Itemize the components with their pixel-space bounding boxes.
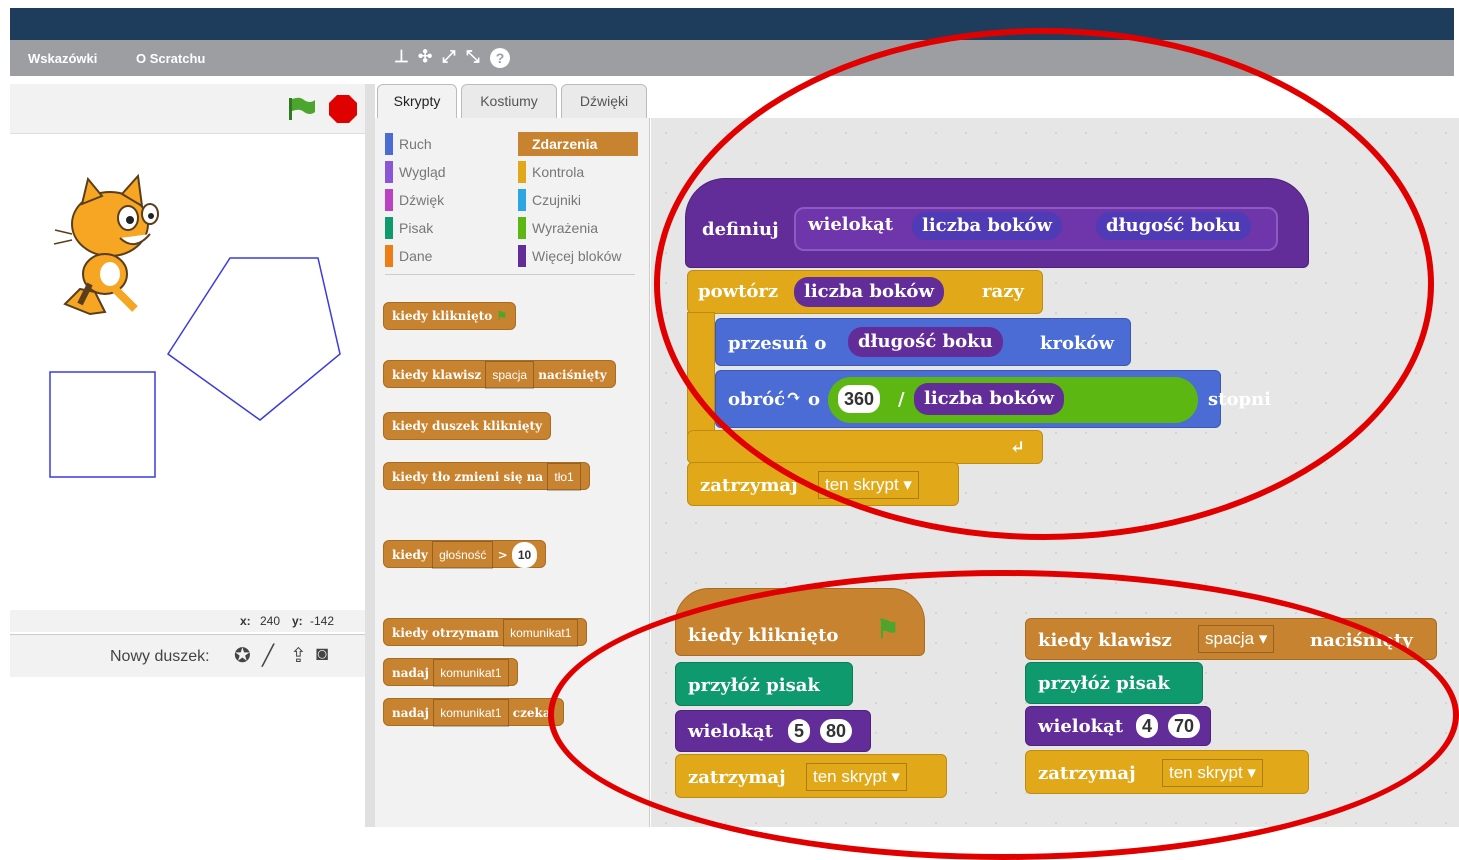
move-block[interactable]: przesuń o długość boku kroków bbox=[715, 318, 1131, 366]
shrink-icon[interactable]: ⤡ bbox=[466, 47, 480, 67]
editor-tabs: Skrypty Kostiumy Dźwięki bbox=[375, 84, 1459, 118]
new-sprite-label: Nowy duszek: bbox=[110, 648, 210, 665]
grow-icon[interactable]: ⤢ bbox=[442, 47, 456, 67]
upload-icon[interactable]: ⇪ bbox=[290, 643, 307, 668]
pen-down-block-2[interactable]: przyłóż pisak bbox=[1025, 662, 1203, 704]
square-shape bbox=[49, 371, 156, 478]
stop-icon[interactable] bbox=[328, 94, 358, 124]
palette-broadcast-wait-block[interactable]: nadaj komunikat1 czekaj bbox=[383, 698, 564, 727]
pentagon-shape bbox=[166, 257, 341, 421]
category-operators[interactable]: Wyrażenia bbox=[518, 216, 638, 240]
call-polygon-block-2[interactable]: wielokąt 4 70 bbox=[1025, 706, 1211, 746]
category-data[interactable]: Dane bbox=[385, 244, 505, 268]
palette-when-sprite-clicked-block[interactable]: kiedy duszek kliknięty bbox=[383, 412, 552, 440]
menu-about[interactable]: O Scratchu bbox=[136, 51, 205, 66]
palette-broadcast-block[interactable]: nadaj komunikat1 bbox=[383, 658, 518, 687]
stop-block-2[interactable]: zatrzymaj ten skrypt ▾ bbox=[1025, 750, 1309, 794]
stage-canvas bbox=[49, 173, 341, 478]
y-label: y: bbox=[292, 614, 303, 628]
stage-header bbox=[10, 84, 365, 134]
when-flag-block[interactable]: kiedy kliknięto ⚑ bbox=[675, 588, 925, 656]
repeat-block[interactable]: powtórz liczba boków razy bbox=[687, 270, 1043, 314]
green-flag-icon: ⚑ bbox=[496, 309, 508, 323]
category-control[interactable]: Kontrola bbox=[518, 160, 638, 184]
category-more-blocks[interactable]: Więcej bloków bbox=[518, 244, 646, 268]
sprite-library-icon[interactable]: ✪ bbox=[234, 643, 251, 668]
palette-when-backdrop-block[interactable]: kiedy tło zmieni się na tło1 bbox=[383, 462, 590, 491]
green-flag-icon: ⚑ bbox=[876, 615, 900, 645]
category-sound[interactable]: Dźwięk bbox=[385, 188, 505, 212]
tab-costumes[interactable]: Kostiumy bbox=[461, 84, 557, 118]
panel-divider[interactable] bbox=[365, 84, 375, 827]
duplicate-icon[interactable]: ⊥ bbox=[394, 47, 409, 67]
pen-down-block[interactable]: przyłóż pisak bbox=[675, 662, 853, 706]
key-dropdown[interactable]: spacja ▾ bbox=[1198, 625, 1275, 653]
x-label: x: bbox=[240, 614, 251, 628]
camera-icon[interactable]: ◙ bbox=[316, 643, 328, 666]
menu-bar: Wskazówki O Scratchu ⊥ ✣ ⤢ ⤡ ? bbox=[10, 40, 1454, 76]
stop-dropdown[interactable]: ten skrypt ▾ bbox=[1162, 759, 1263, 787]
palette-when-receive-block[interactable]: kiedy otrzymam komunikat1 bbox=[383, 618, 588, 647]
when-key-block[interactable]: kiedy klawisz spacja ▾ naciśnięty bbox=[1025, 618, 1437, 660]
top-bar bbox=[10, 8, 1454, 40]
category-pen[interactable]: Pisak bbox=[385, 216, 505, 240]
tab-sounds[interactable]: Dźwięki bbox=[561, 84, 647, 118]
repeat-end: ↵ bbox=[687, 430, 1043, 464]
x-value: 240 bbox=[260, 614, 281, 628]
define-block[interactable]: definiuj wielokąt liczba boków długość b… bbox=[685, 178, 1309, 268]
category-events[interactable]: Zdarzenia bbox=[518, 132, 638, 156]
menu-tips[interactable]: Wskazówki bbox=[28, 51, 97, 66]
block-palette: Ruch Wygląd Dźwięk Pisak Dane Zdarzenia … bbox=[375, 118, 650, 827]
category-sensing[interactable]: Czujniki bbox=[518, 188, 638, 212]
cut-icon[interactable]: ✣ bbox=[418, 47, 432, 67]
palette-when-key-block[interactable]: kiedy klawisz spacja naciśnięty bbox=[383, 360, 616, 389]
sprite-panel: Nowy duszek: ✪ ╱ ⇪ ◙ bbox=[10, 634, 365, 827]
loop-arrow-icon: ↵ bbox=[1010, 437, 1026, 458]
help-icon[interactable]: ? bbox=[490, 48, 510, 68]
turn-block[interactable]: obróć ↷ o 360 / liczba boków stopni bbox=[715, 370, 1271, 428]
palette-when-loudness-block[interactable]: kiedy głośność > 10 bbox=[383, 540, 547, 569]
paint-brush-icon[interactable]: ╱ bbox=[262, 643, 274, 668]
stop-block-1[interactable]: zatrzymaj ten skrypt ▾ bbox=[675, 754, 947, 798]
scripts-area[interactable]: definiuj wielokąt liczba boków długość b… bbox=[651, 118, 1459, 827]
category-looks[interactable]: Wygląd bbox=[385, 160, 505, 184]
stage[interactable] bbox=[10, 134, 365, 608]
stop-dropdown[interactable]: ten skrypt ▾ bbox=[818, 471, 919, 499]
y-value: -142 bbox=[310, 614, 335, 628]
tab-scripts[interactable]: Skrypty bbox=[377, 84, 457, 118]
stage-coordinates: x: 240 y: -142 bbox=[10, 610, 365, 632]
sprite-header: Nowy duszek: ✪ ╱ ⇪ ◙ bbox=[10, 635, 365, 677]
palette-when-flag-block[interactable]: kiedy kliknięto ⚑ bbox=[383, 302, 517, 330]
green-flag-icon[interactable] bbox=[286, 96, 316, 122]
stop-block[interactable]: zatrzymaj ten skrypt ▾ bbox=[687, 462, 959, 506]
category-motion[interactable]: Ruch bbox=[385, 132, 505, 156]
cat-sprite-icon bbox=[53, 173, 159, 316]
call-polygon-block-1[interactable]: wielokąt 5 80 bbox=[675, 710, 871, 752]
stop-dropdown[interactable]: ten skrypt ▾ bbox=[806, 763, 907, 791]
turn-right-icon: ↷ bbox=[786, 387, 802, 408]
